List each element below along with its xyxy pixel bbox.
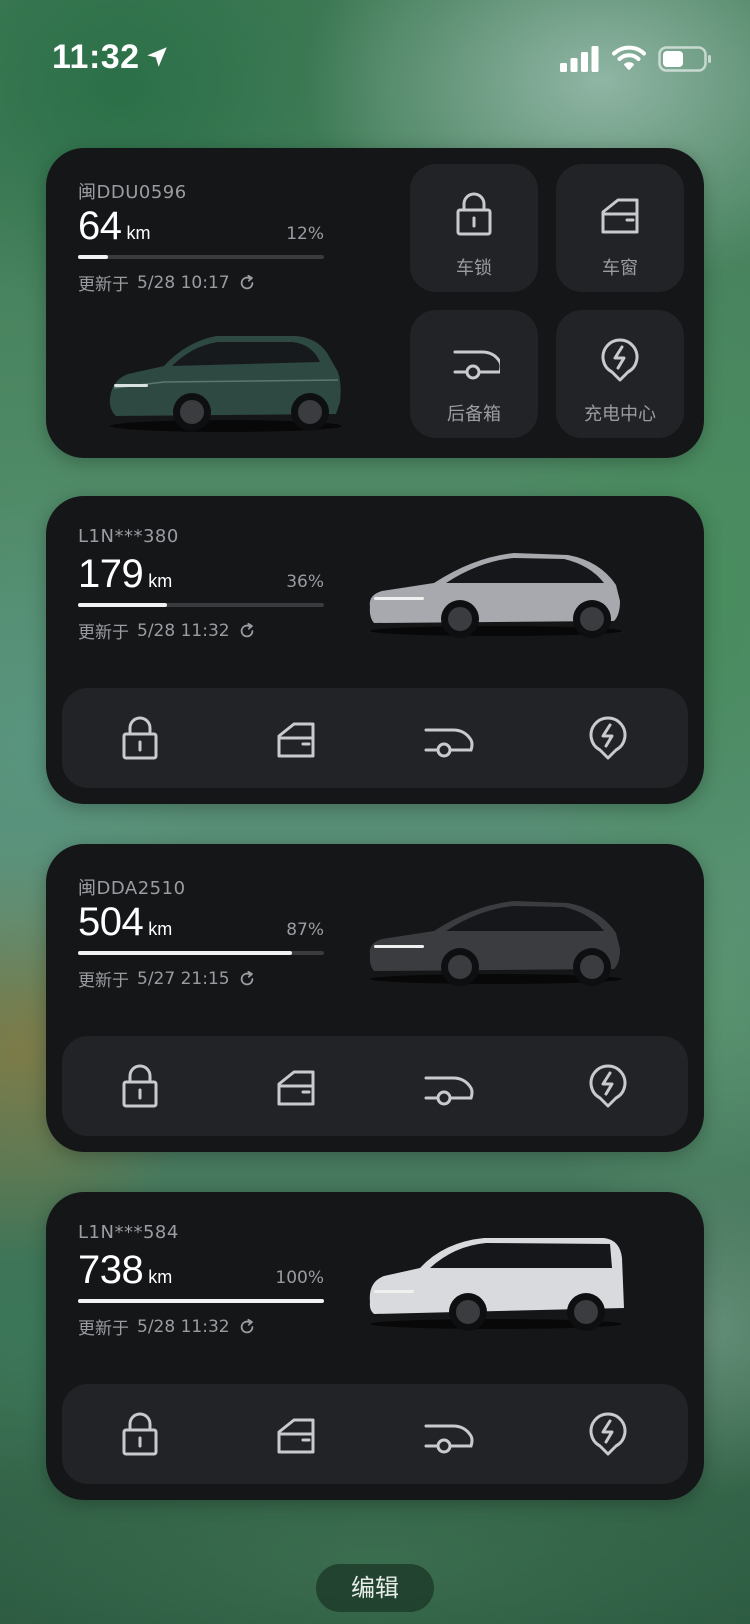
- battery-bar: [78, 603, 324, 607]
- range-value: 179: [78, 552, 144, 596]
- battery-bar: [78, 255, 324, 259]
- vehicle-widget-1[interactable]: 闽DDU0596 64 km 12% 更新于 5/28 10:17 车锁 车窗 …: [46, 148, 704, 458]
- battery-bar-fill: [78, 603, 167, 607]
- window-button[interactable]: [218, 688, 374, 788]
- lock-button[interactable]: [62, 688, 218, 788]
- battery-percent: 100%: [275, 1268, 324, 1288]
- lock-label: 车锁: [456, 258, 492, 279]
- window-icon: [277, 1070, 315, 1106]
- battery-percent: 87%: [286, 920, 324, 940]
- range-unit: km: [148, 919, 173, 939]
- edit-button[interactable]: 编辑: [316, 1564, 434, 1612]
- updated-label: 更新于: [78, 1319, 129, 1339]
- battery-bar: [78, 951, 324, 955]
- lock-button[interactable]: [62, 1384, 218, 1484]
- vehicle-widget-4[interactable]: L1N***584 738 km 100% 更新于 5/28 11:32: [46, 1192, 704, 1500]
- lock-icon: [122, 1064, 158, 1108]
- updated-label: 更新于: [78, 971, 129, 991]
- trunk-button[interactable]: [374, 1036, 530, 1136]
- charging-label: 充电中心: [584, 404, 656, 425]
- status-bar: 11:32: [0, 0, 750, 110]
- updated-time: 5/28 11:32: [137, 1316, 230, 1337]
- battery-percent: 36%: [286, 572, 324, 592]
- location-arrow-icon: [147, 47, 167, 67]
- updated-time: 5/27 21:15: [137, 968, 230, 989]
- vehicle-image: [369, 1238, 624, 1331]
- vehicle-widget-2[interactable]: L1N***380 179 km 36% 更新于 5/28 11:32: [46, 496, 704, 804]
- charging-icon: [589, 716, 627, 760]
- update-status: 更新于 5/28 10:17: [78, 270, 256, 295]
- lock-icon: [122, 716, 158, 760]
- refresh-icon[interactable]: [238, 274, 256, 292]
- trunk-icon: [453, 350, 500, 380]
- vehicle-image: [369, 901, 622, 986]
- trunk-label: 后备箱: [447, 404, 501, 425]
- charging-icon: [589, 1064, 627, 1108]
- refresh-icon[interactable]: [238, 970, 256, 988]
- update-status: 更新于 5/28 11:32: [78, 618, 256, 643]
- vehicle-widget-3[interactable]: 闽DDA2510 504 km 87% 更新于 5/27 21:15: [46, 844, 704, 1152]
- charging-icon: [589, 1412, 627, 1456]
- wifi-icon: [612, 45, 646, 70]
- window-button[interactable]: [218, 1384, 374, 1484]
- update-status: 更新于 5/28 11:32: [78, 1314, 256, 1339]
- lock-tile[interactable]: 车锁: [410, 164, 538, 292]
- range-display: 64 km: [78, 204, 151, 250]
- range-unit: km: [126, 223, 151, 243]
- clock-time: 11:32: [52, 38, 140, 76]
- battery-percent: 12%: [286, 224, 324, 244]
- lock-button[interactable]: [62, 1036, 218, 1136]
- range-value: 738: [78, 1248, 144, 1292]
- window-icon: [277, 1418, 315, 1454]
- battery-bar-fill: [78, 1299, 324, 1303]
- battery-bar: [78, 1299, 324, 1303]
- refresh-icon[interactable]: [238, 1318, 256, 1336]
- trunk-button[interactable]: [374, 1384, 530, 1484]
- window-icon: [277, 722, 315, 758]
- trunk-icon: [424, 1076, 474, 1106]
- window-tile[interactable]: 车窗: [556, 164, 684, 292]
- vehicle-image: [369, 553, 622, 638]
- update-status: 更新于 5/27 21:15: [78, 966, 256, 991]
- updated-label: 更新于: [78, 623, 129, 643]
- updated-label: 更新于: [78, 275, 129, 295]
- trunk-icon: [424, 728, 474, 758]
- range-display: 504 km: [78, 900, 172, 946]
- lock-icon: [122, 1412, 158, 1456]
- trunk-tile[interactable]: 后备箱: [410, 310, 538, 438]
- range-value: 504: [78, 900, 144, 944]
- battery-bar-fill: [78, 255, 108, 259]
- lock-icon: [456, 192, 492, 236]
- window-icon: [601, 198, 639, 234]
- charging-button[interactable]: [530, 1384, 686, 1484]
- vehicle-image: [109, 336, 342, 432]
- range-unit: km: [148, 1267, 173, 1287]
- quick-actions: [62, 688, 688, 788]
- quick-actions: [62, 1036, 688, 1136]
- window-label: 车窗: [602, 258, 638, 279]
- battery-bar-fill: [78, 951, 293, 955]
- charging-button[interactable]: [530, 1036, 686, 1136]
- battery-icon: [658, 46, 711, 72]
- license-plate: 闽DDU0596: [78, 182, 187, 203]
- cellular-signal-icon: [560, 46, 599, 72]
- trunk-icon: [424, 1424, 474, 1454]
- charging-icon: [601, 338, 639, 382]
- range-unit: km: [148, 571, 173, 591]
- quick-actions: [62, 1384, 688, 1484]
- range-value: 64: [78, 204, 122, 248]
- charging-button[interactable]: [530, 688, 686, 788]
- trunk-button[interactable]: [374, 688, 530, 788]
- refresh-icon[interactable]: [238, 622, 256, 640]
- license-plate: L1N***380: [78, 526, 179, 547]
- updated-time: 5/28 11:32: [137, 620, 230, 641]
- window-button[interactable]: [218, 1036, 374, 1136]
- license-plate: L1N***584: [78, 1222, 179, 1243]
- range-display: 738 km: [78, 1248, 172, 1294]
- charging-tile[interactable]: 充电中心: [556, 310, 684, 438]
- license-plate: 闽DDA2510: [78, 878, 186, 899]
- range-display: 179 km: [78, 552, 172, 598]
- updated-time: 5/28 10:17: [137, 272, 230, 293]
